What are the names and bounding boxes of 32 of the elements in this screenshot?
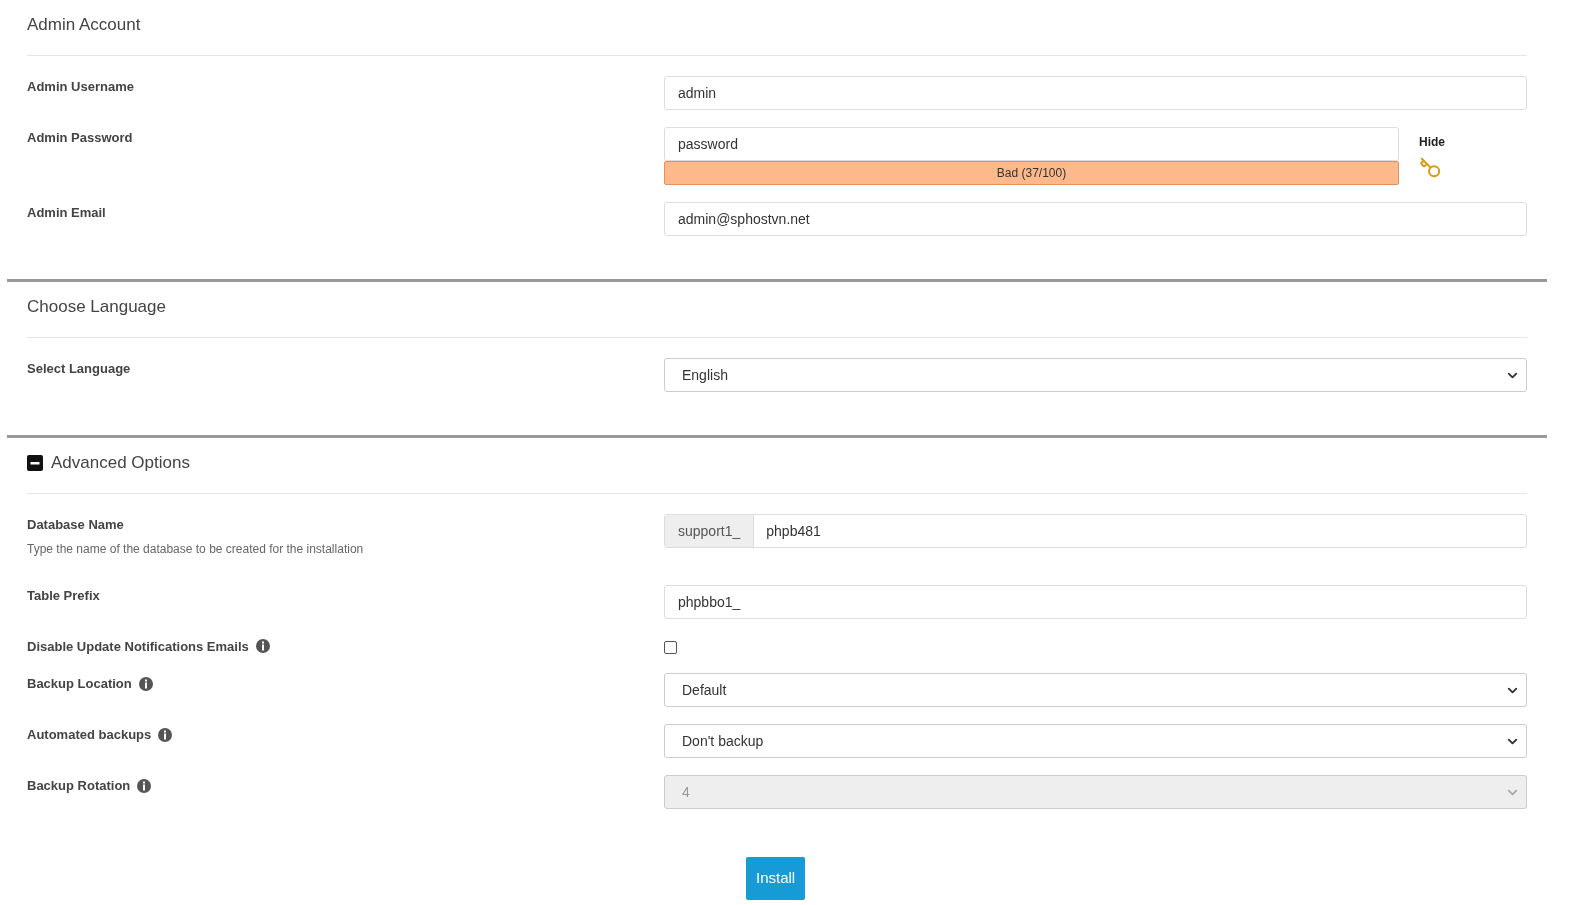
password-field[interactable]: password xyxy=(664,127,1399,161)
field-label: Backup Location xyxy=(27,675,132,693)
info-icon xyxy=(137,778,152,793)
field-label: Automated backups xyxy=(27,726,152,744)
password-strength-bar: Bad (37/100) xyxy=(664,161,1399,185)
database-prefix: support1_ xyxy=(665,515,755,547)
section-heading: Choose Language xyxy=(27,296,166,318)
hide-password-link[interactable]: Hide xyxy=(1419,133,1445,151)
select-dropdown[interactable]: English xyxy=(664,358,1527,392)
info-icon xyxy=(158,727,173,742)
field-label: Admin Username xyxy=(27,78,134,96)
checkbox[interactable] xyxy=(664,640,677,654)
field-description: Type the name of the database to be created for the installation xyxy=(27,540,365,558)
info-icon xyxy=(255,639,270,654)
field-label: Admin Email xyxy=(27,204,106,222)
field-label: Disable Update Notifications Emails xyxy=(27,637,249,656)
field-label: Backup Rotation xyxy=(27,777,131,795)
text-field[interactable]: admin xyxy=(664,76,1527,110)
select-dropdown[interactable]: Don't backup xyxy=(664,724,1527,758)
collapse-icon[interactable] xyxy=(27,455,43,471)
database-name-value: phpb481 xyxy=(765,521,822,541)
database-name-field[interactable]: support1_ phpb481 xyxy=(664,514,1527,548)
info-icon xyxy=(138,676,153,691)
field-label: Table Prefix xyxy=(27,586,100,605)
field-label: Select Language xyxy=(27,360,131,378)
select-dropdown[interactable]: Default xyxy=(664,673,1527,707)
text-field[interactable]: phpbbo1_ xyxy=(664,584,1527,619)
field-label: Admin Password xyxy=(27,129,133,147)
section-heading: Advanced Options xyxy=(51,452,190,474)
field-label: Database Name xyxy=(27,516,124,534)
section-heading: Admin Account xyxy=(27,14,141,36)
text-field[interactable]: admin@sphostvn.net xyxy=(664,202,1527,236)
